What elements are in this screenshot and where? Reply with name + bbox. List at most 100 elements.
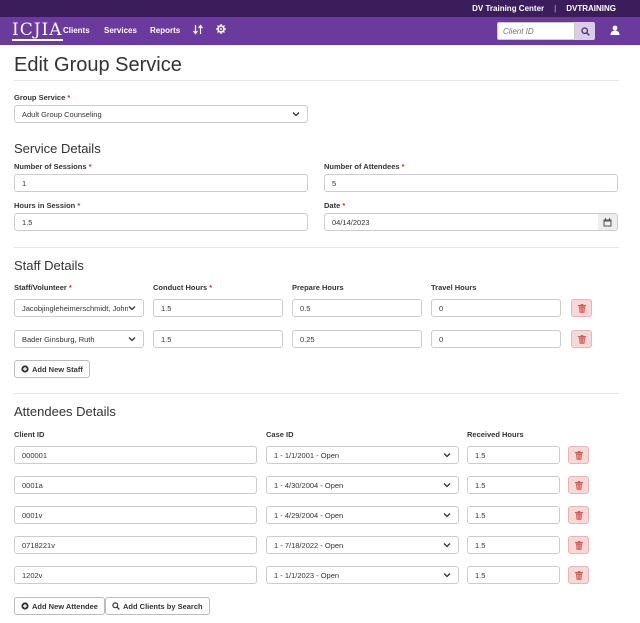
received-hours-value: 1.5 <box>475 540 486 550</box>
chevron-down-icon <box>443 573 451 578</box>
case-id-col-header: Case ID <box>266 430 294 439</box>
client-id-value: 0001a <box>22 480 43 490</box>
attendees-label: Number of Attendees * <box>324 162 405 171</box>
trash-icon <box>574 570 583 580</box>
user-icon[interactable] <box>610 25 620 37</box>
conduct-hours-input[interactable]: 1.5 <box>153 330 283 348</box>
staff-select[interactable]: Bader Ginsburg, Ruth <box>14 330 144 348</box>
received-hours-input[interactable]: 1.5 <box>467 506 560 524</box>
date-value: 04/14/2023 <box>332 217 370 227</box>
delete-staff-button[interactable] <box>571 330 592 348</box>
chevron-down-icon <box>292 112 300 117</box>
case-id-select[interactable]: 1 - 1/1/2023 - Open <box>266 566 459 584</box>
divider <box>14 247 619 248</box>
logo[interactable]: ICJIA <box>12 21 63 41</box>
group-service-label: Group Service * <box>14 93 71 102</box>
case-id-select[interactable]: 1 - 4/30/2004 - Open <box>266 476 459 494</box>
divider <box>14 80 619 81</box>
conduct-hours-input[interactable]: 1.5 <box>153 299 283 317</box>
plus-circle-icon <box>21 602 29 610</box>
search-icon <box>112 602 120 610</box>
chevron-down-icon <box>128 337 136 342</box>
travel-hours-input[interactable]: 0 <box>431 299 561 317</box>
delete-attendee-button[interactable] <box>568 566 589 584</box>
case-id-select[interactable]: 1 - 4/29/2004 - Open <box>266 506 459 524</box>
topbar-separator: | <box>554 4 557 13</box>
trash-icon <box>574 480 583 490</box>
case-id-value: 1 - 1/1/2023 - Open <box>274 570 340 580</box>
client-id-input[interactable]: 000001 <box>14 446 257 464</box>
gear-icon[interactable] <box>216 24 226 37</box>
group-service-value: Adult Group Counseling <box>22 109 102 119</box>
delete-attendee-button[interactable] <box>568 476 589 494</box>
client-id-value: 000001 <box>22 450 48 460</box>
calendar-icon <box>603 217 612 226</box>
travel-hours-value: 0 <box>439 334 444 344</box>
received-hours-input[interactable]: 1.5 <box>467 536 560 554</box>
staff-select[interactable]: Jacobjingleheimerschmidt, John <box>14 299 144 317</box>
org-name[interactable]: DV Training Center <box>472 4 544 13</box>
chevron-down-icon <box>443 513 451 518</box>
hours-value: 1.5 <box>22 217 33 227</box>
received-hours-value: 1.5 <box>475 480 486 490</box>
staff-details-title: Staff Details <box>14 258 84 273</box>
staff-value: Bader Ginsburg, Ruth <box>22 334 95 344</box>
date-label: Date * <box>324 201 346 210</box>
sort-icon[interactable] <box>193 24 203 38</box>
received-hours-input[interactable]: 1.5 <box>467 566 560 584</box>
attendees-input[interactable]: 5 <box>324 174 618 192</box>
prepare-hours-value: 0.5 <box>300 303 311 313</box>
group-service-select[interactable]: Adult Group Counseling <box>14 105 308 123</box>
travel-hours-value: 0 <box>439 303 444 313</box>
delete-staff-button[interactable] <box>571 299 592 317</box>
add-attendee-button[interactable]: Add New Attendee <box>14 597 105 615</box>
conduct-hours-value: 1.5 <box>161 303 172 313</box>
service-details-title: Service Details <box>14 141 101 156</box>
date-input[interactable]: 04/14/2023 <box>324 213 599 231</box>
staff-col-header: Staff/Volunteer * <box>14 283 72 292</box>
hours-input[interactable]: 1.5 <box>14 213 308 231</box>
account-name[interactable]: DVTRAINING <box>566 4 616 13</box>
trash-icon <box>577 303 586 313</box>
case-id-value: 1 - 4/29/2004 - Open <box>274 510 344 520</box>
client-id-search-input[interactable] <box>497 22 575 40</box>
delete-attendee-button[interactable] <box>568 506 589 524</box>
delete-attendee-button[interactable] <box>568 536 589 554</box>
received-hours-col-header: Received Hours <box>467 430 524 439</box>
client-id-input[interactable]: 1202v <box>14 566 257 584</box>
received-hours-value: 1.5 <box>475 570 486 580</box>
add-staff-button[interactable]: Add New Staff <box>14 360 90 378</box>
client-id-input[interactable]: 0718221v <box>14 536 257 554</box>
client-id-input[interactable]: 0001v <box>14 506 257 524</box>
chevron-down-icon <box>443 483 451 488</box>
case-id-value: 1 - 4/30/2004 - Open <box>274 480 344 490</box>
trash-icon <box>574 540 583 550</box>
received-hours-input[interactable]: 1.5 <box>467 476 560 494</box>
case-id-select[interactable]: 1 - 7/18/2022 - Open <box>266 536 459 554</box>
nav-services[interactable]: Services <box>104 26 137 35</box>
add-attendee-label: Add New Attendee <box>32 601 98 611</box>
sessions-label: Number of Sessions * <box>14 162 92 171</box>
nav-clients[interactable]: Clients <box>63 26 90 35</box>
case-id-select[interactable]: 1 - 1/1/2001 - Open <box>266 446 459 464</box>
chevron-down-icon <box>443 543 451 548</box>
prepare-hours-input[interactable]: 0.25 <box>292 330 422 348</box>
date-picker-button[interactable] <box>598 213 618 231</box>
client-id-value: 0001v <box>22 510 43 520</box>
client-id-input[interactable]: 0001a <box>14 476 257 494</box>
nav-reports[interactable]: Reports <box>150 26 180 35</box>
trash-icon <box>577 334 586 344</box>
add-clients-by-search-button[interactable]: Add Clients by Search <box>105 597 210 615</box>
add-clients-by-search-label: Add Clients by Search <box>123 601 203 611</box>
prepare-hours-value: 0.25 <box>300 334 315 344</box>
hours-label: Hours in Session * <box>14 201 81 210</box>
trash-icon <box>574 450 583 460</box>
attendees-value: 5 <box>332 178 337 188</box>
prepare-hours-input[interactable]: 0.5 <box>292 299 422 317</box>
received-hours-value: 1.5 <box>475 450 486 460</box>
sessions-input[interactable]: 1 <box>14 174 308 192</box>
delete-attendee-button[interactable] <box>568 446 589 464</box>
search-button[interactable] <box>575 22 595 40</box>
travel-hours-input[interactable]: 0 <box>431 330 561 348</box>
received-hours-input[interactable]: 1.5 <box>467 446 560 464</box>
